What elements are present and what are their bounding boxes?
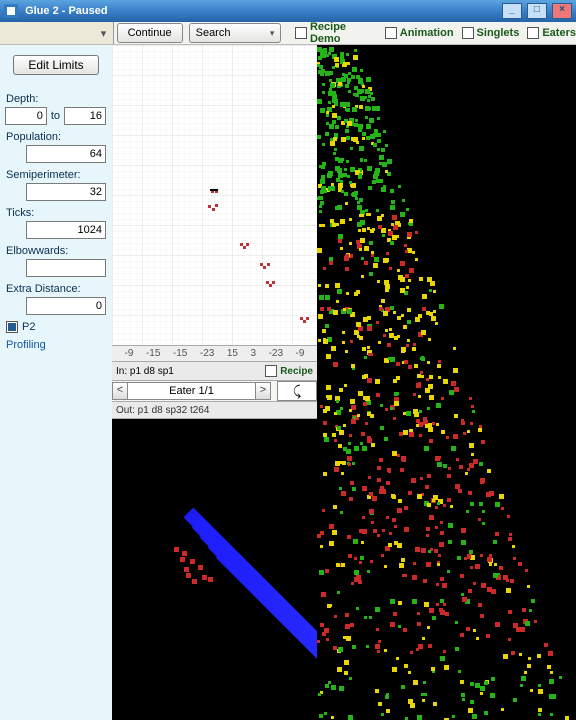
semiperimeter-input[interactable]	[26, 183, 106, 201]
elbowwards-label: Elbowwards:	[6, 245, 106, 257]
search-combo-label: Search	[196, 24, 231, 42]
ruler-tick: 3	[250, 348, 256, 359]
ruler-tick: -9	[296, 348, 305, 359]
ticks-field: Ticks:	[6, 207, 106, 239]
depth-field: Depth: to	[6, 93, 106, 125]
animation-label: Animation	[400, 27, 454, 39]
semiperimeter-label: Semiperimeter:	[6, 169, 106, 181]
toolbar: ▾ Continue Search ▾ Recipe Demo Animatio…	[0, 22, 576, 45]
depth-to-input[interactable]	[64, 107, 106, 125]
singlets-checkbox[interactable]: Singlets	[462, 27, 520, 39]
eater-preview-icon[interactable]	[277, 381, 317, 401]
depth-to-word: to	[51, 110, 60, 122]
eater-out-row: Out: p1 d8 sp32 t264	[112, 402, 317, 419]
lifeview-pane[interactable]	[317, 45, 576, 720]
chevron-down-icon: ▾	[97, 27, 111, 40]
app-icon	[4, 4, 18, 18]
eater-info-bar: In: p1 d8 sp1 Recipe	[112, 362, 317, 381]
p2-checkbox[interactable]: P2	[6, 321, 106, 333]
ticks-input[interactable]	[26, 221, 106, 239]
checkbox-icon	[527, 27, 539, 39]
close-button[interactable]: ×	[552, 3, 572, 19]
checkbox-icon	[385, 27, 397, 39]
population-field: Population:	[6, 131, 106, 163]
semiperimeter-field: Semiperimeter:	[6, 169, 106, 201]
ruler-tick: -15	[173, 348, 187, 359]
recipe-demo-checkbox[interactable]: Recipe Demo	[295, 21, 376, 45]
extra-distance-input[interactable]	[26, 297, 106, 315]
elbowwards-field: Elbowwards:	[6, 245, 106, 277]
elbowwards-input[interactable]	[26, 259, 106, 277]
eater-counter: Eater 1/1	[128, 382, 255, 400]
middle-column: -9 -15 -15 -23 15 3 -23 -9 In: p1 d8 sp1…	[112, 45, 317, 720]
ruler-tick: -23	[269, 348, 283, 359]
eaters-label: Eaters	[542, 27, 576, 39]
window-title: Glue 2 - Paused	[25, 5, 108, 17]
ruler: -9 -15 -15 -23 15 3 -23 -9	[112, 345, 317, 362]
checkbox-icon	[6, 321, 18, 333]
grid-canvas[interactable]	[112, 45, 317, 345]
depth-label: Depth:	[6, 93, 106, 105]
eater-prev-button[interactable]: <	[112, 382, 128, 400]
singlets-label: Singlets	[477, 27, 520, 39]
checkbox-icon	[295, 27, 307, 39]
continue-button[interactable]: Continue	[117, 23, 183, 43]
recipe-label: Recipe	[280, 366, 313, 377]
extra-distance-label: Extra Distance:	[6, 283, 106, 295]
checkbox-icon	[462, 27, 474, 39]
maximize-button[interactable]: □	[527, 3, 547, 19]
recipe-checkbox[interactable]: Recipe	[265, 365, 313, 377]
eater-nav-row: < Eater 1/1 >	[112, 381, 317, 402]
depth-from-input[interactable]	[5, 107, 47, 125]
window-titlebar: Glue 2 - Paused _ □ ×	[0, 0, 576, 22]
p2-label: P2	[22, 321, 35, 333]
sidebar: Edit Limits Depth: to Population:	[0, 45, 112, 720]
ruler-tick: -15	[146, 348, 160, 359]
minimize-button[interactable]: _	[502, 3, 522, 19]
ruler-tick: 15	[227, 348, 238, 359]
animation-checkbox[interactable]: Animation	[385, 27, 454, 39]
population-label: Population:	[6, 131, 106, 143]
ruler-tick: -9	[125, 348, 134, 359]
ticks-label: Ticks:	[6, 207, 106, 219]
simulation-pane[interactable]	[112, 419, 317, 720]
search-combo[interactable]: Search ▾	[189, 23, 282, 43]
chevron-down-icon: ▾	[270, 24, 275, 42]
eater-out-text: Out: p1 d8 sp32 t264	[116, 405, 209, 416]
population-input[interactable]	[26, 145, 106, 163]
profiling-link[interactable]: Profiling	[6, 339, 106, 351]
eater-next-button[interactable]: >	[255, 382, 271, 400]
toolbar-dropdown[interactable]: ▾	[0, 22, 114, 44]
eater-in-text: In: p1 d8 sp1	[116, 366, 257, 377]
recipe-demo-label: Recipe Demo	[310, 21, 377, 45]
extra-distance-field: Extra Distance:	[6, 283, 106, 315]
checkbox-icon	[265, 365, 277, 377]
ruler-tick: -23	[200, 348, 214, 359]
edit-limits-button[interactable]: Edit Limits	[13, 55, 99, 75]
eaters-checkbox[interactable]: Eaters	[527, 27, 576, 39]
